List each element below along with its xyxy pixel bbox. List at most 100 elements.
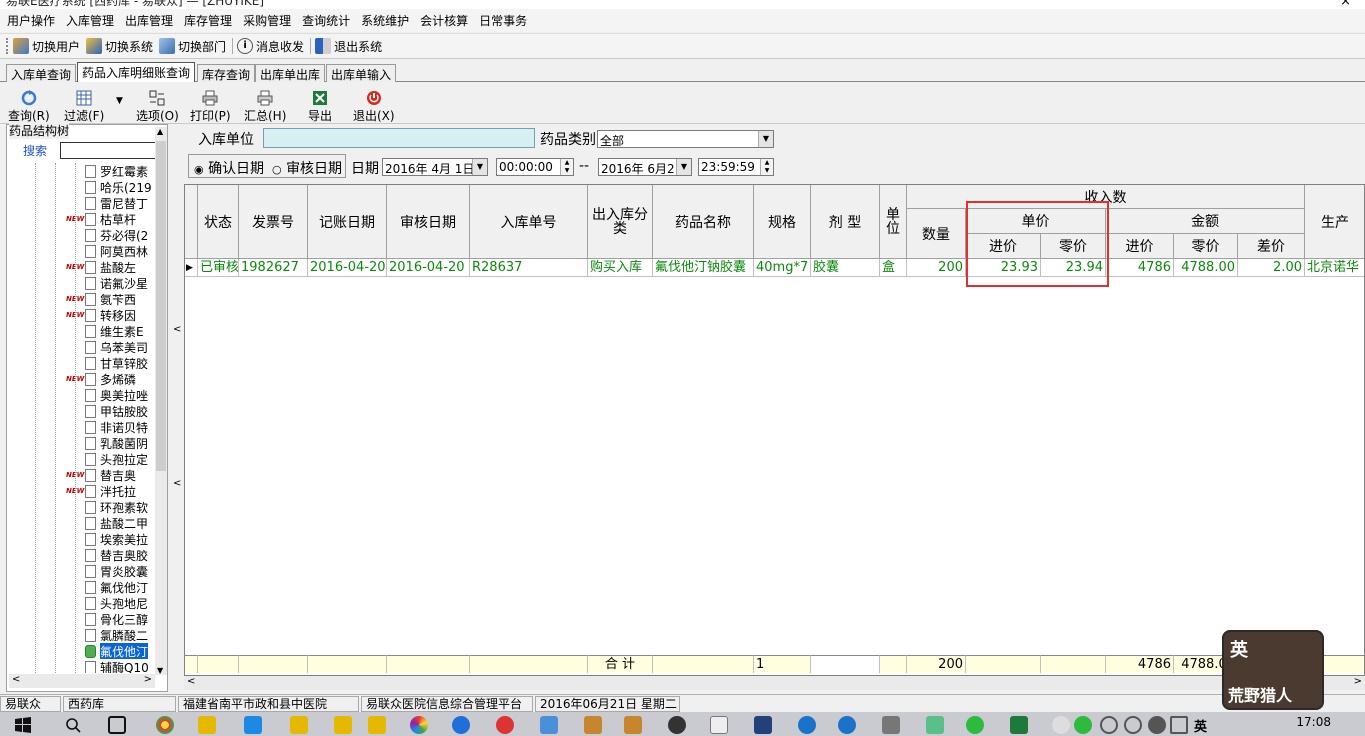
app-icon[interactable] [624,716,642,734]
cell-spec[interactable]: 40mg*7 [754,259,811,277]
folder-icon[interactable] [290,716,308,734]
tab-inbound-query[interactable]: 入库单查询 [6,64,77,82]
overlay-thumbnail[interactable]: 英 荒野猎人 [1222,630,1324,710]
close-icon[interactable]: × [1340,0,1351,9]
menu-system[interactable]: 系统维护 [358,12,417,29]
menu-outbound[interactable]: 出库管理 [122,12,181,29]
chevron-down-icon[interactable]: ▼ [676,159,691,175]
tree-item[interactable]: 盐酸二甲 [85,515,154,531]
cell-amt-retail[interactable]: 4788.00 [1174,259,1238,277]
tree-item[interactable]: 芬必得(2 [85,227,154,243]
col-amt-buy[interactable]: 进价 [1106,234,1174,259]
app-icon[interactable] [882,716,900,734]
cell-drug-name[interactable]: 氟伐他汀钠胶囊 [653,259,754,277]
tree-item[interactable]: 哈乐(219 [85,179,154,195]
app-icon[interactable] [410,716,428,734]
tree-item[interactable]: 头孢拉定 [85,451,154,467]
menu-daily[interactable]: 日常事务 [476,12,535,29]
menu-user[interactable]: 用户操作 [4,12,63,29]
ie-icon[interactable] [452,716,470,734]
col-maker[interactable]: 生产 [1305,185,1364,259]
summary-button[interactable]: 汇总(H) [244,90,286,124]
excel-icon[interactable] [1010,716,1028,734]
search-label[interactable]: 搜索 [23,142,47,159]
chrome-icon[interactable] [156,716,174,734]
tree-item[interactable]: 甘草锌胶 [85,355,154,371]
cell-order-no[interactable]: R28637 [470,259,588,277]
menu-query[interactable]: 查询统计 [299,12,358,29]
tray-icon[interactable] [1100,716,1118,734]
tree-item[interactable]: 诺氟沙星 [85,275,154,291]
col-unit[interactable]: 单位 [880,185,907,259]
exit-button[interactable]: 退出(X) [353,90,395,124]
tab-outbound-order[interactable]: 出库单出库 [255,64,326,82]
filter-button[interactable]: 过滤(F) [64,90,104,124]
col-drug-name[interactable]: 药品名称 [653,185,754,259]
tree-item[interactable]: 环孢素软 [85,499,154,515]
ime-indicator[interactable]: 英 [1194,716,1212,735]
wechat-icon[interactable] [966,716,984,734]
tree-vertical-scrollbar[interactable]: ▲ ▼ [155,127,167,675]
spin-icon[interactable]: ▲ ▼ [760,159,773,175]
exit-system-button[interactable]: 退出系统 [315,38,382,55]
app-icon[interactable] [496,716,514,734]
app-icon[interactable] [540,716,558,734]
tree-item[interactable]: 奥美拉唑 [85,387,154,403]
tree-item[interactable]: 氟伐他汀 [85,643,154,659]
tab-outbound-input[interactable]: 出库单输入 [326,64,397,82]
tree-item[interactable]: NEW泮托拉唑 [66,483,136,499]
app-icon[interactable] [798,716,816,734]
print-button[interactable]: 打印(P) [190,90,231,124]
date-to-picker[interactable]: 2016年 6月21日 ▼ [598,158,692,176]
time-from-input[interactable]: 00:00:00 ▲ ▼ [496,158,574,176]
col-amt-retail[interactable]: 零价 [1174,234,1238,259]
chevron-down-icon[interactable]: ▼ [472,159,487,175]
messages-button[interactable]: i 消息收发 [237,38,304,55]
time-to-input[interactable]: 23:59:59 ▲ ▼ [698,158,774,176]
tray-wechat-icon[interactable] [1074,716,1092,734]
tree-item[interactable]: 雷尼替丁 [85,195,154,211]
tree-item[interactable]: NEW转移因子 [66,307,136,323]
tree-item[interactable]: NEW枯草杆菌 [66,211,136,227]
grid-horizontal-scrollbar[interactable]: < > [184,676,1365,690]
tree-item[interactable]: 非诺贝特 [85,419,154,435]
tree-item[interactable]: 头孢地尼 [85,595,154,611]
app-icon[interactable] [710,716,728,734]
tree-item[interactable]: 胃炎胶囊 [85,563,154,579]
col-category[interactable]: 出入库分类 [588,185,653,259]
switch-dept-button[interactable]: 切换部门 [159,38,226,55]
tree-item[interactable]: NEW多烯磷脂 [66,371,136,387]
collapse-left-icon[interactable]: < [173,478,181,489]
folder-icon[interactable] [368,716,386,734]
app-icon[interactable] [1052,716,1070,734]
search-icon[interactable] [64,716,82,734]
tab-inbound-detail[interactable]: 药品入库明细账查询 [77,62,196,82]
cell-amt-diff[interactable]: 2.00 [1238,259,1305,277]
folder-icon[interactable] [198,716,216,734]
cell-price-retail[interactable]: 23.94 [1041,259,1106,277]
tree-item[interactable]: 辅酶Q10 [85,659,154,673]
col-order-no[interactable]: 入库单号 [470,185,588,259]
col-amt-diff[interactable]: 差价 [1238,234,1305,259]
scroll-up-icon[interactable]: ▲ [157,127,163,136]
tree-item[interactable]: NEW替吉奥胶 [66,467,136,483]
keyboard-icon[interactable] [1170,716,1188,734]
switch-user-button[interactable]: 切换用户 [13,38,80,55]
menu-accounting[interactable]: 会计核算 [417,12,476,29]
tree-item[interactable]: 阿莫西林 [85,243,154,259]
cell-form[interactable]: 胶囊 [811,259,880,277]
cell-qty[interactable]: 200 [907,259,966,277]
tree-item[interactable]: 甲钴胺胶 [85,403,154,419]
app-icon[interactable] [926,716,944,734]
options-button[interactable]: 选项(O) [136,90,179,124]
cell-price-buy[interactable]: 23.93 [966,259,1041,277]
cell-unit[interactable]: 盒 [880,259,907,277]
category-select[interactable]: 全部 ▼ [597,130,774,148]
col-spec[interactable]: 规格 [754,185,811,259]
menu-purchase[interactable]: 采购管理 [240,12,299,29]
tree-item[interactable]: 氯膦酸二 [85,627,154,643]
taskbar-clock[interactable]: 17:08 [1296,715,1331,729]
windows-start-icon[interactable] [14,716,32,734]
cell-status[interactable]: 已审核 [198,259,239,277]
app-icon[interactable] [244,716,262,734]
